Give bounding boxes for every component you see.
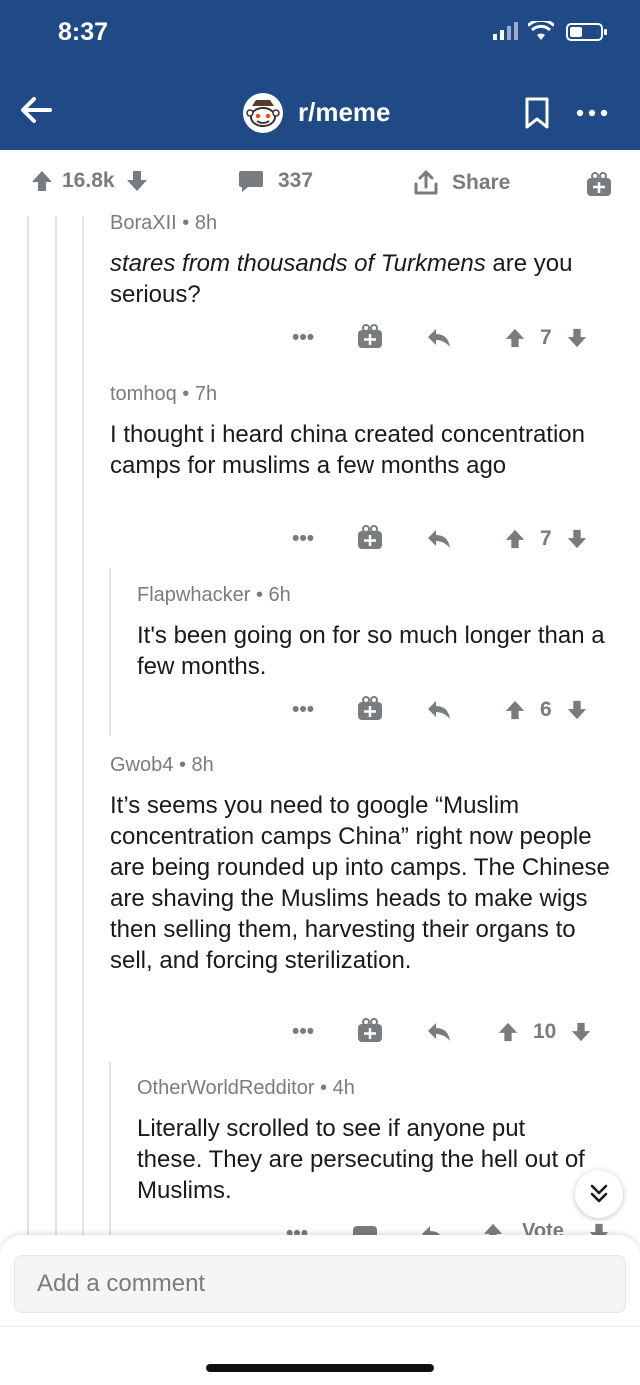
post-comments-button[interactable]: 337 xyxy=(238,169,313,193)
downvote-icon[interactable] xyxy=(566,528,588,550)
award-gift-icon[interactable] xyxy=(357,522,383,556)
award-gift-icon[interactable] xyxy=(357,321,383,355)
comment-meta: BoraXII • 8h xyxy=(110,212,620,235)
comment-author[interactable]: Flapwhacker xyxy=(137,584,250,606)
double-chevron-down-icon xyxy=(590,1184,608,1203)
meta-separator: • xyxy=(182,212,190,234)
post-share-label: Share xyxy=(452,171,511,194)
comment: Flapwhacker • 6h It's been going on for … xyxy=(137,584,617,684)
wifi-icon xyxy=(528,21,554,40)
meta-separator: • xyxy=(182,383,190,405)
cellular-signal-icon xyxy=(493,22,518,40)
reply-arrow-icon[interactable] xyxy=(426,522,452,556)
comment-score: 7 xyxy=(540,326,552,349)
comment-more-button[interactable]: ••• xyxy=(292,1015,314,1049)
comment-body: Literally scrolled to see if anyone put … xyxy=(137,1115,585,1204)
award-gift-icon[interactable] xyxy=(585,170,613,198)
thread-line[interactable] xyxy=(27,216,29,1246)
share-icon xyxy=(414,170,438,195)
comment-score: 6 xyxy=(540,698,552,721)
comment-author[interactable]: tomhoq xyxy=(110,383,177,405)
downvote-icon[interactable] xyxy=(570,1021,592,1043)
meta-separator: • xyxy=(320,1077,328,1099)
comment-author[interactable]: OtherWorldRedditor xyxy=(137,1077,314,1099)
thread-line[interactable] xyxy=(55,216,57,1246)
downvote-icon[interactable] xyxy=(125,169,149,193)
comment-author[interactable]: Gwob4 xyxy=(110,754,173,776)
comment-vote: 6 xyxy=(504,693,588,727)
subreddit-avatar-icon[interactable] xyxy=(242,92,284,134)
comment-body: stares from thousands of Turkmens are yo… xyxy=(110,248,620,310)
comment-age: 4h xyxy=(332,1077,355,1099)
app-header: 8:37 r/meme xyxy=(0,0,640,150)
comment-actions: ••• 10 xyxy=(0,1015,640,1049)
comment-actions: ••• 7 xyxy=(0,522,640,556)
back-arrow-icon[interactable] xyxy=(16,90,56,130)
comment: Gwob4 • 8h It’s seems you need to google… xyxy=(110,754,620,1014)
comment-author[interactable]: BoraXII xyxy=(110,212,177,234)
upvote-icon[interactable] xyxy=(504,699,526,721)
comment-score: 10 xyxy=(533,1020,557,1043)
upvote-icon[interactable] xyxy=(504,528,526,550)
reply-arrow-icon[interactable] xyxy=(426,321,452,355)
comment-more-button[interactable]: ••• xyxy=(292,693,314,727)
comment-age: 8h xyxy=(191,754,214,776)
home-indicator[interactable] xyxy=(206,1364,434,1372)
comment-age: 7h xyxy=(194,383,218,405)
post-vote: 16.8k xyxy=(30,169,149,193)
post-action-bar: 16.8k 337 Share xyxy=(0,150,640,216)
more-dots-icon[interactable] xyxy=(574,96,610,130)
comment-meta: tomhoq • 7h xyxy=(110,383,620,406)
battery-icon xyxy=(566,23,607,41)
meta-separator: • xyxy=(178,754,186,776)
comment-score: 7 xyxy=(540,527,552,550)
comment-more-button[interactable]: ••• xyxy=(292,522,314,556)
comment-vote: 7 xyxy=(504,321,588,355)
downvote-icon[interactable] xyxy=(566,327,588,349)
comment-body: I thought i heard china created concentr… xyxy=(110,421,585,479)
comment-meta: Gwob4 • 8h xyxy=(110,754,620,777)
subreddit-name[interactable]: r/meme xyxy=(298,97,391,128)
upvote-icon[interactable] xyxy=(30,169,54,193)
comment-bubble-icon xyxy=(239,171,263,192)
comment-body-italic: stares from thousands of Turkmens xyxy=(110,250,486,277)
comment-vote: 7 xyxy=(504,522,588,556)
comment-age: 6h xyxy=(268,584,291,606)
meta-separator: • xyxy=(255,584,263,606)
comment-body: It's been going on for so much longer th… xyxy=(137,622,605,680)
reply-arrow-icon[interactable] xyxy=(426,1015,452,1049)
comment-meta: Flapwhacker • 6h xyxy=(137,584,617,607)
post-comment-count: 337 xyxy=(278,169,314,192)
comment-age: 8h xyxy=(194,212,218,234)
bookmark-icon[interactable] xyxy=(522,96,552,130)
comment-vote: 10 xyxy=(497,1015,592,1049)
divider xyxy=(0,1326,640,1327)
comment-body: It’s seems you need to google “Muslim co… xyxy=(110,792,610,974)
thread-line[interactable] xyxy=(82,216,84,1246)
reply-arrow-icon[interactable] xyxy=(426,693,452,727)
status-time: 8:37 xyxy=(58,18,109,46)
comment: tomhoq • 7h I thought i heard china crea… xyxy=(110,383,620,523)
comment: OtherWorldRedditor • 4h Literally scroll… xyxy=(137,1077,587,1217)
post-share-button[interactable]: Share xyxy=(412,169,510,197)
comment-actions: ••• 7 xyxy=(0,321,640,355)
comment-more-button[interactable]: ••• xyxy=(292,321,314,355)
award-gift-icon[interactable] xyxy=(357,1015,383,1049)
upvote-icon[interactable] xyxy=(504,327,526,349)
comment-compose-panel xyxy=(0,1235,640,1385)
downvote-icon[interactable] xyxy=(566,699,588,721)
next-comment-button[interactable] xyxy=(575,1170,623,1218)
comment-actions: ••• 6 xyxy=(0,693,640,727)
comment-meta: OtherWorldRedditor • 4h xyxy=(137,1077,587,1100)
award-gift-icon[interactable] xyxy=(357,693,383,727)
post-score: 16.8k xyxy=(62,169,115,192)
add-comment-input[interactable] xyxy=(14,1255,626,1313)
upvote-icon[interactable] xyxy=(497,1021,519,1043)
